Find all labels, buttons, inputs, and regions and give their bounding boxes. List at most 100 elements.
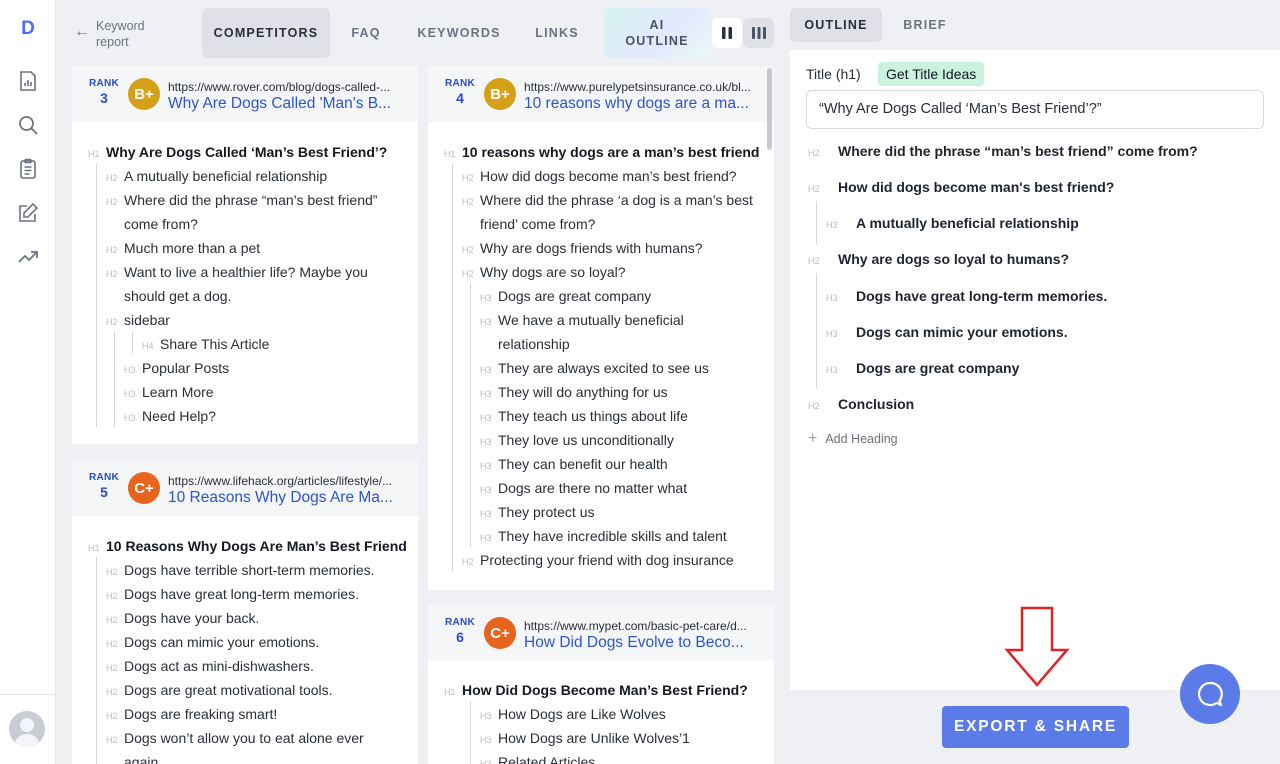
heading-item[interactable]: H4 Share This Article (142, 336, 269, 352)
competitor-title[interactable]: 10 Reasons Why Dogs Are Ma... (168, 489, 404, 507)
heading-item[interactable]: H3 They protect us (480, 504, 595, 520)
tab-competitors[interactable]: COMPETITORS (202, 8, 330, 58)
competitor-url[interactable]: https://www.lifehack.org/articles/lifest… (168, 474, 404, 488)
heading-item[interactable]: H3 We have a mutually beneficial (480, 312, 684, 328)
three-column-view-toggle[interactable] (743, 18, 774, 48)
tab-outline[interactable]: OUTLINE (790, 8, 882, 42)
outline-item[interactable]: H2 How did dogs become man's best friend? (808, 179, 1114, 195)
outline-item[interactable]: H3 A mutually beneficial relationship (826, 215, 1079, 231)
tree-line (816, 273, 817, 389)
heading-item[interactable]: H3 Need Help? (124, 408, 216, 424)
heading-item[interactable]: H3 They will do anything for us (480, 384, 668, 400)
tree-line (452, 163, 453, 571)
heading-item[interactable]: H2 sidebar (106, 312, 170, 328)
tree-line (96, 557, 97, 764)
heading-item[interactable]: H3 How Dogs are Unlike Wolves’1 (480, 730, 690, 746)
heading-item[interactable]: H2 Dogs won’t allow you to eat alone ever (106, 730, 364, 746)
outline-item[interactable]: H3 Dogs are great company (826, 360, 1019, 376)
heading-item[interactable]: H2 Why dogs are so loyal? (462, 264, 626, 280)
heading-item[interactable]: H3 They can benefit our health (480, 456, 668, 472)
plus-icon: + (808, 430, 818, 447)
heading-item[interactable]: H2 Want to live a healthier life? Maybe y… (106, 264, 368, 280)
heading-item[interactable]: H2 Dogs act as mini-dishwashers. (106, 658, 314, 674)
outline-item[interactable]: H2 Why are dogs so loyal to humans? (808, 251, 1069, 267)
heading-item[interactable]: H3 How Dogs are Like Wolves (480, 706, 666, 722)
heading-item[interactable]: H2 Where did the phrase ‘a dog is a man’s… (462, 192, 753, 208)
card-header: RANK 6 C+ https://www.mypet.com/basic-pe… (428, 605, 774, 661)
heading-item[interactable]: H2 Much more than a pet (106, 240, 260, 256)
competitor-title[interactable]: Why Are Dogs Called 'Man's B... (168, 95, 404, 113)
heading-item[interactable]: H3 They teach us things about life (480, 408, 688, 424)
trending-icon[interactable] (16, 245, 40, 269)
heading-item[interactable]: H2 Dogs have your back. (106, 610, 259, 626)
title-input[interactable]: “Why Are Dogs Called ‘Man’s Best Friend’… (806, 90, 1264, 129)
tree-line (816, 201, 817, 245)
heading-item[interactable]: H2 Why are dogs friends with humans? (462, 240, 703, 256)
grade-badge: C+ (128, 472, 160, 504)
heading-item-continued: come from? (124, 216, 198, 232)
heading-item[interactable]: H3 Learn More (124, 384, 214, 400)
card-header: RANK 4 B+ https://www.purelypetsinsuranc… (428, 66, 774, 122)
heading-item[interactable]: H3 Dogs are there no matter what (480, 480, 687, 496)
heading-item[interactable]: H1 10 reasons why dogs are a man’s best f… (444, 144, 759, 160)
column-scrollbar[interactable] (767, 68, 772, 150)
avatar[interactable] (9, 711, 45, 747)
tree-line (470, 283, 471, 547)
heading-item[interactable]: H1 How Did Dogs Become Man’s Best Friend? (444, 682, 748, 698)
competitor-url[interactable]: https://www.mypet.com/basic-pet-care/d..… (524, 619, 758, 633)
heading-item-continued: friend’ come from? (480, 216, 596, 232)
heading-item[interactable]: H2 Protecting your friend with dog insura… (462, 552, 734, 568)
heading-item[interactable]: H3 Dogs are great company (480, 288, 651, 304)
edit-icon[interactable] (16, 201, 40, 225)
competitor-card-rank-3: RANK 3 B+ https://www.rover.com/blog/dog… (72, 66, 418, 444)
heading-item[interactable]: H3 Popular Posts (124, 360, 229, 376)
competitor-title[interactable]: 10 reasons why dogs are a ma... (524, 95, 758, 113)
heading-item[interactable]: H2 Dogs are great motivational tools. (106, 682, 333, 698)
export-share-button[interactable]: EXPORT & SHARE (942, 706, 1129, 748)
outline-item[interactable]: H3 Dogs have great long-term memories. (826, 288, 1107, 304)
heading-item[interactable]: H2 A mutually beneficial relationship (106, 168, 327, 184)
heading-item[interactable]: H1 Why Are Dogs Called ‘Man’s Best Friend… (88, 144, 387, 160)
competitor-url[interactable]: https://www.purelypetsinsurance.co.uk/bl… (524, 80, 758, 94)
heading-item[interactable]: H3 They are always excited to see us (480, 360, 709, 376)
outline-item[interactable]: H2 Conclusion (808, 396, 914, 412)
card-header: RANK 5 C+ https://www.lifehack.org/artic… (72, 460, 418, 516)
outline-item[interactable]: H2 Where did the phrase “man’s best frien… (808, 143, 1198, 159)
heading-item[interactable]: H1 10 Reasons Why Dogs Are Man’s Best Fri… (88, 538, 407, 554)
heading-item[interactable]: H2 Where did the phrase “man’s best frien… (106, 192, 377, 208)
rank-badge: RANK 3 (88, 78, 120, 106)
tab-brief[interactable]: BRIEF (892, 8, 958, 42)
competitor-url[interactable]: https://www.rover.com/blog/dogs-called-.… (168, 80, 404, 94)
heading-item[interactable]: H2 Dogs can mimic your emotions. (106, 634, 319, 650)
grade-badge: B+ (128, 78, 160, 110)
tree-line (132, 331, 133, 353)
clipboard-icon[interactable] (16, 157, 40, 181)
tab-links[interactable]: LINKS (526, 8, 588, 58)
add-heading-label: Add Heading (825, 432, 898, 446)
chart-icon[interactable] (16, 69, 40, 93)
heading-item[interactable]: H3 They have incredible skills and talent (480, 528, 727, 544)
heading-item[interactable]: H2 Dogs are freaking smart! (106, 706, 277, 722)
title-label: Title (h1) (806, 66, 861, 82)
heading-item-continued: again (124, 754, 159, 764)
tab-ai-outline[interactable]: AI OUTLINE (604, 8, 710, 58)
add-heading-button[interactable]: + Add Heading (808, 430, 898, 448)
ai-tab-line2: OUTLINE (625, 34, 689, 48)
chat-support-button[interactable] (1180, 664, 1240, 724)
tab-keywords[interactable]: KEYWORDS (412, 8, 506, 58)
search-icon[interactable] (16, 113, 40, 137)
heading-item[interactable]: H2 Dogs have great long-term memories. (106, 586, 359, 602)
tab-faq[interactable]: FAQ (336, 8, 396, 58)
grade-badge: B+ (484, 78, 516, 110)
ai-tab-line1: AI (649, 18, 665, 32)
app-logo[interactable]: D (0, 18, 56, 40)
heading-item[interactable]: H2 Dogs have terrible short-term memories… (106, 562, 375, 578)
heading-item[interactable]: H3 Related Articles (480, 754, 595, 764)
outline-item[interactable]: H3 Dogs can mimic your emotions. (826, 324, 1068, 340)
heading-item[interactable]: H3 They love us unconditionally (480, 432, 674, 448)
back-link[interactable]: ← Keyword report (74, 18, 174, 50)
heading-item[interactable]: H2 How did dogs become man’s best friend? (462, 168, 737, 184)
two-column-view-toggle[interactable] (712, 18, 742, 48)
get-title-ideas-button[interactable]: Get Title Ideas (878, 62, 985, 86)
competitor-title[interactable]: How Did Dogs Evolve to Beco... (524, 634, 758, 652)
